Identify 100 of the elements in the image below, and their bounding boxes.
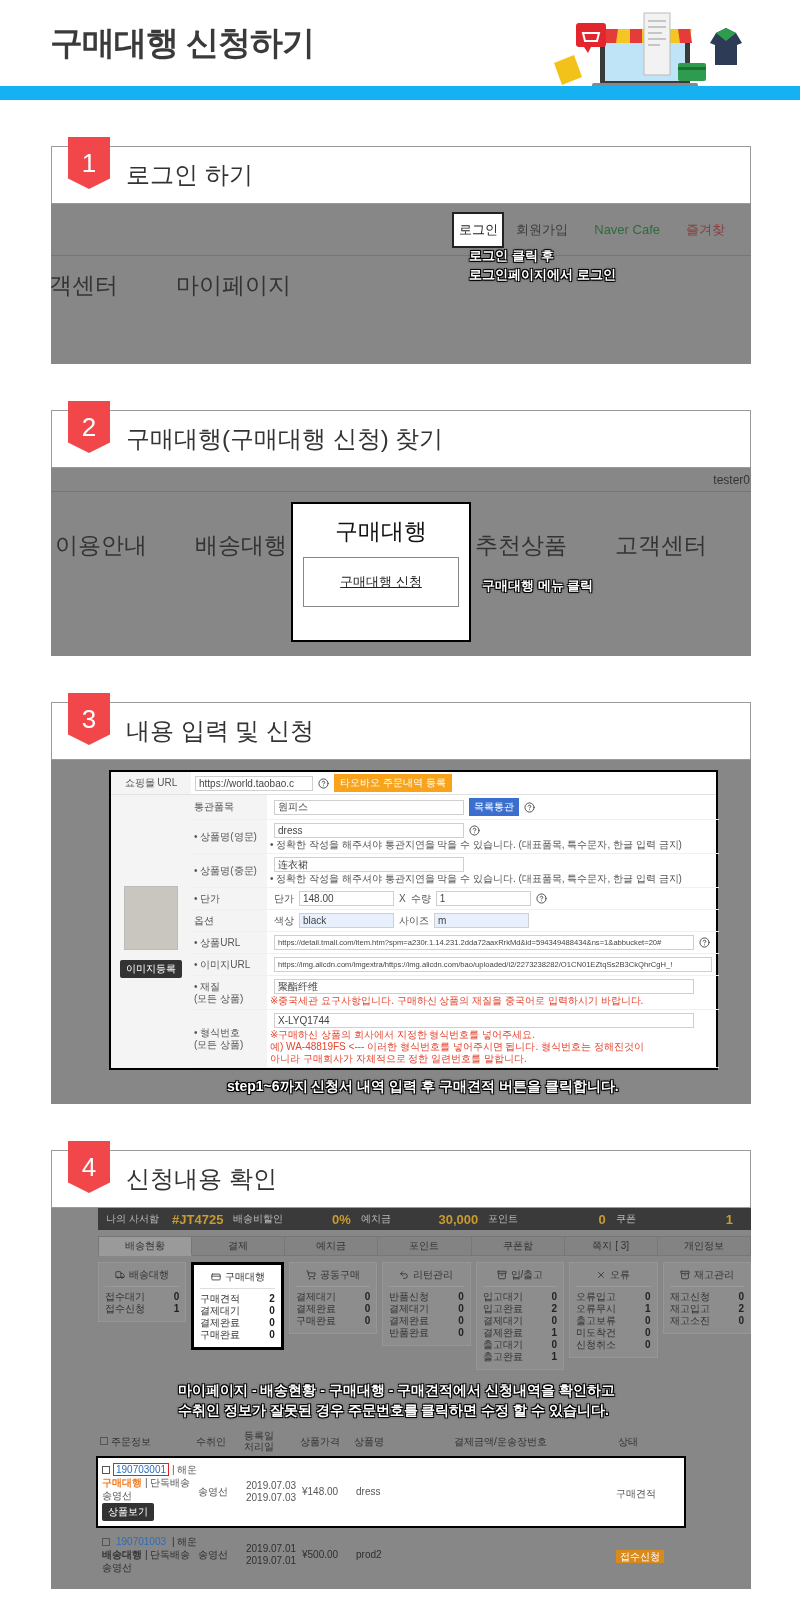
summary-value: 1 xyxy=(725,1211,734,1227)
close-icon xyxy=(596,1270,607,1280)
nav-menu-item[interactable]: 객센터 xyxy=(51,270,118,301)
nav-menu-item[interactable]: 추천상품 xyxy=(475,532,567,558)
page-title: 구매대행 신청하기 xyxy=(50,22,315,63)
field-label: • 재질 (모든 상품) xyxy=(191,976,267,1009)
field-label: • 형식번호 (모든 상품) xyxy=(191,1010,267,1067)
status-label: 오류입고 xyxy=(576,1291,617,1303)
checkbox[interactable] xyxy=(102,1465,110,1474)
tab[interactable]: 쪽지 [ 3] xyxy=(564,1236,658,1256)
status-label: 반품신청 xyxy=(389,1291,430,1303)
status-count: 0 xyxy=(551,1291,558,1303)
text-input[interactable]: dress xyxy=(274,823,464,838)
nav-menu-item[interactable]: 배송대행 xyxy=(195,532,287,558)
submenu-link[interactable]: 구매대행 신청 xyxy=(340,573,422,591)
status-label: 결제대기 xyxy=(295,1291,336,1303)
truck-icon xyxy=(115,1270,126,1280)
customer-name: 송영선 xyxy=(102,1562,132,1574)
text-input[interactable]: 1 xyxy=(435,891,531,906)
table-cell-text: ¥148.00 xyxy=(302,1486,340,1498)
field-note: • 정확한 작성을 해주셔야 통관지연을 막을 수 있습니다. (대표품목, 특수문자, 한글 입력 금지) xyxy=(270,839,683,851)
table-cell-text: prod2 xyxy=(356,1548,383,1561)
status-count: 0 xyxy=(364,1303,371,1315)
status-count: 0 xyxy=(269,1305,275,1317)
step-title: 구매대행(구매대행 신청) 찾기 xyxy=(126,424,444,454)
status-label: 반품완료 xyxy=(389,1327,430,1339)
step-number-badge: 1 xyxy=(68,137,110,189)
date-text: 2019.07.01 xyxy=(246,1542,298,1555)
status-count: 1 xyxy=(551,1351,558,1363)
shipping-method: | 해운 xyxy=(172,1463,198,1476)
column-header: 등록일 처리일 xyxy=(244,1430,275,1452)
status-count: 1 xyxy=(173,1303,180,1315)
column-header: 결제금액/운송장번호 xyxy=(454,1435,548,1447)
tab[interactable]: 쿠폰함 xyxy=(471,1236,565,1256)
status-count: 1 xyxy=(551,1327,558,1339)
card-title: 리턴관리 xyxy=(413,1268,454,1282)
summary-value: #JT4725 xyxy=(172,1211,224,1227)
checkbox[interactable] xyxy=(102,1537,110,1546)
text-input[interactable]: X-LYQ1744 xyxy=(274,1013,694,1028)
top-link[interactable]: 회원가입 xyxy=(516,220,569,239)
top-link[interactable]: 로그인 xyxy=(452,211,505,248)
help-icon[interactable] xyxy=(535,893,547,904)
archive-icon xyxy=(496,1270,507,1280)
summary-label: 나의 사서함 xyxy=(106,1212,159,1226)
url-input[interactable]: https://world.taobao.c xyxy=(195,775,313,791)
help-icon[interactable] xyxy=(524,801,535,813)
summary-value: 30,000 xyxy=(438,1211,479,1227)
text-input[interactable]: m xyxy=(434,913,529,928)
step-title: 신청내용 확인 xyxy=(126,1164,277,1194)
nav-menu-item[interactable]: 이용안내 xyxy=(55,532,147,558)
user-name: tester0 xyxy=(713,472,750,487)
tab[interactable]: 개인정보 xyxy=(657,1236,751,1256)
field-prefix: 색상 xyxy=(274,913,294,928)
status-label: 출고대기 xyxy=(482,1339,523,1351)
nav-menu-item[interactable]: 고객센터 xyxy=(615,532,707,558)
status-count: 0 xyxy=(458,1303,464,1315)
view-product-button[interactable]: 상품보기 xyxy=(102,1503,154,1521)
checkbox[interactable] xyxy=(100,1437,108,1445)
service-type: 구매대행 xyxy=(102,1477,142,1489)
order-number-link[interactable]: 190703001 xyxy=(113,1463,170,1476)
status-label: 오류무시 xyxy=(576,1303,617,1315)
text-input[interactable]: 148.00 xyxy=(299,891,394,906)
text-input[interactable]: 聚酯纤维 xyxy=(274,979,694,994)
status-count: 0 xyxy=(269,1317,275,1329)
text-input[interactable]: 连衣裙 xyxy=(274,857,464,872)
step-title: 로그인 하기 xyxy=(126,160,253,190)
table-cell-text: 송영선 xyxy=(198,1486,229,1498)
text-input[interactable]: 원피스 xyxy=(274,799,464,815)
status-count: 0 xyxy=(644,1291,651,1303)
image-upload-button[interactable]: 이미지등록 xyxy=(120,959,182,978)
card-title: 재고관리 xyxy=(693,1268,734,1282)
status-label: 신청취소 xyxy=(576,1339,617,1351)
status-count: 0 xyxy=(551,1339,558,1351)
status-label: 재고입고 xyxy=(669,1303,710,1315)
nav-menu-item[interactable]: 마이페이지 xyxy=(176,270,291,301)
summary-label: 배송비할인 xyxy=(233,1212,284,1226)
help-icon[interactable] xyxy=(469,825,480,836)
tab[interactable]: 배송현황 xyxy=(98,1236,193,1256)
step-number-badge: 3 xyxy=(68,693,110,745)
help-icon[interactable] xyxy=(318,777,329,789)
text-input[interactable]: black xyxy=(299,913,394,928)
status-count: 0 xyxy=(458,1315,464,1327)
tab[interactable]: 예치금 xyxy=(285,1236,379,1256)
column-header: 주문정보 xyxy=(111,1435,151,1447)
help-icon[interactable] xyxy=(699,937,710,948)
status-count: 0 xyxy=(738,1315,744,1327)
card-title: 공동구매 xyxy=(320,1268,361,1282)
callout-text: 구매대행 메뉴 클릭 xyxy=(482,577,594,595)
table-cell-text: ¥500.00 xyxy=(302,1548,340,1561)
status-label: 결제대기 xyxy=(200,1305,241,1317)
caption-text: step1~6까지 신청서 내역 입력 후 구매견적 버튼을 클릭합니다. xyxy=(227,1078,620,1096)
date-text: 2019.07.03 xyxy=(246,1492,298,1504)
list-clearance-button[interactable]: 목록통관 xyxy=(469,798,519,816)
tab[interactable]: 포인트 xyxy=(378,1236,472,1256)
nav-menu-item[interactable]: 구매대행 xyxy=(335,516,427,547)
status-label: 미도착건 xyxy=(576,1327,617,1339)
archive-icon xyxy=(679,1270,690,1280)
tab[interactable]: 결제 xyxy=(192,1236,286,1256)
status-count: 1 xyxy=(644,1303,651,1315)
field-label: 옵션 xyxy=(191,910,267,931)
